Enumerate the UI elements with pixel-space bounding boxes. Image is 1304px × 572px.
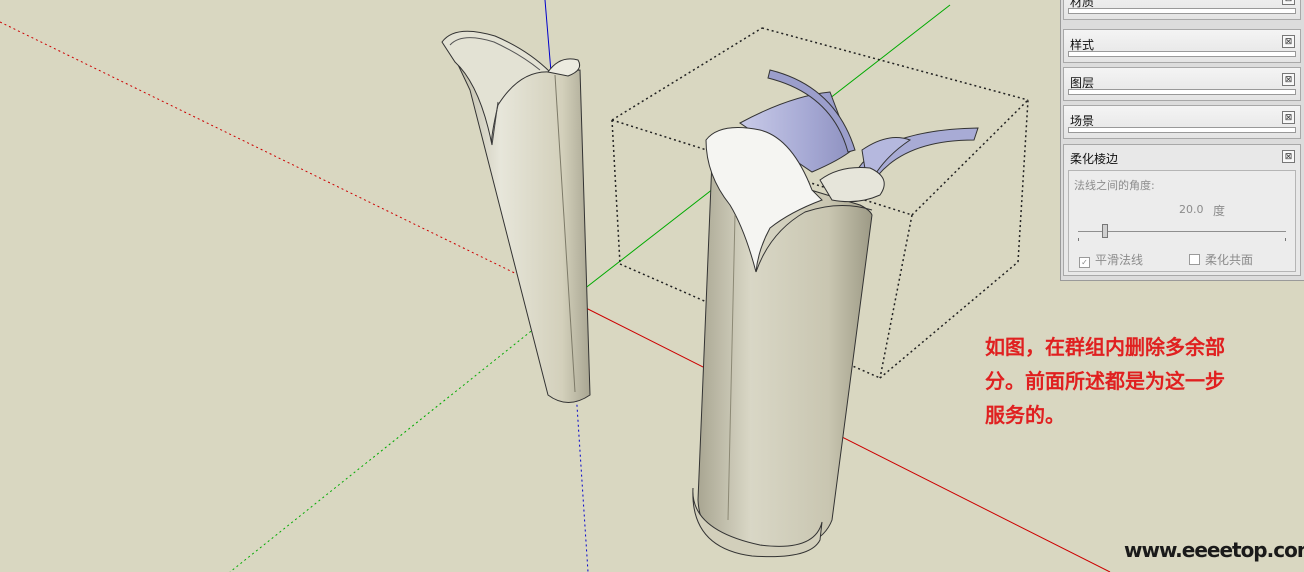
angle-value: 20.0 bbox=[1179, 203, 1204, 216]
close-icon[interactable]: ⊠ bbox=[1282, 35, 1295, 48]
panel-collapse-bar[interactable] bbox=[1068, 89, 1296, 95]
close-icon[interactable]: ⊠ bbox=[1282, 111, 1295, 124]
annotation-line: 服务的。 bbox=[985, 403, 1065, 427]
panel-materials[interactable]: 材质 ⊠ bbox=[1063, 0, 1301, 20]
panel-collapse-bar[interactable] bbox=[1068, 8, 1296, 14]
panel-title: 柔化棱边 bbox=[1070, 152, 1119, 166]
soften-edges-body: 法线之间的角度: 20.0 度 ✓ 平滑法线 柔化共面 bbox=[1068, 170, 1296, 272]
panel-scenes[interactable]: 场景 ⊠ bbox=[1063, 105, 1301, 139]
angle-slider-thumb[interactable] bbox=[1102, 224, 1108, 238]
smooth-normals-label: 平滑法线 bbox=[1095, 253, 1144, 267]
watermark: www.eeeetop.com bbox=[1124, 538, 1304, 562]
slider-tick bbox=[1285, 238, 1286, 241]
close-icon[interactable]: ⊠ bbox=[1282, 73, 1295, 86]
checkbox-box[interactable]: ✓ bbox=[1079, 257, 1090, 268]
panel-layers[interactable]: 图层 ⊠ bbox=[1063, 67, 1301, 101]
annotation-line: 如图，在群组内删除多余部 bbox=[985, 335, 1225, 359]
panel-soften-edges: 柔化棱边 ⊠ 法线之间的角度: 20.0 度 ✓ 平滑法线 柔化共面 bbox=[1063, 144, 1301, 276]
angle-unit: 度 bbox=[1213, 204, 1226, 218]
panel-collapse-bar[interactable] bbox=[1068, 51, 1296, 57]
panel-collapse-bar[interactable] bbox=[1068, 127, 1296, 133]
slider-tick bbox=[1078, 238, 1079, 241]
soften-coplanar-label: 柔化共面 bbox=[1205, 253, 1254, 267]
checkbox-box[interactable] bbox=[1189, 254, 1200, 265]
angle-slider-track[interactable] bbox=[1078, 231, 1286, 232]
smooth-normals-checkbox[interactable]: ✓ 平滑法线 bbox=[1079, 251, 1143, 268]
panel-styles[interactable]: 样式 ⊠ bbox=[1063, 29, 1301, 63]
annotation-text: 如图，在群组内删除多余部 分。前面所述都是为这一步 服务的。 bbox=[985, 330, 1295, 432]
angle-label: 法线之间的角度: bbox=[1074, 179, 1155, 192]
soften-coplanar-checkbox[interactable]: 柔化共面 bbox=[1189, 251, 1253, 268]
default-tray: 材质 ⊠ 样式 ⊠ 图层 ⊠ 场景 ⊠ 柔化棱边 ⊠ 法线之间的角度: 20.0… bbox=[1060, 0, 1304, 281]
close-icon[interactable]: ⊠ bbox=[1282, 0, 1295, 5]
close-icon[interactable]: ⊠ bbox=[1282, 150, 1295, 163]
annotation-line: 分。前面所述都是为这一步 bbox=[985, 369, 1225, 393]
